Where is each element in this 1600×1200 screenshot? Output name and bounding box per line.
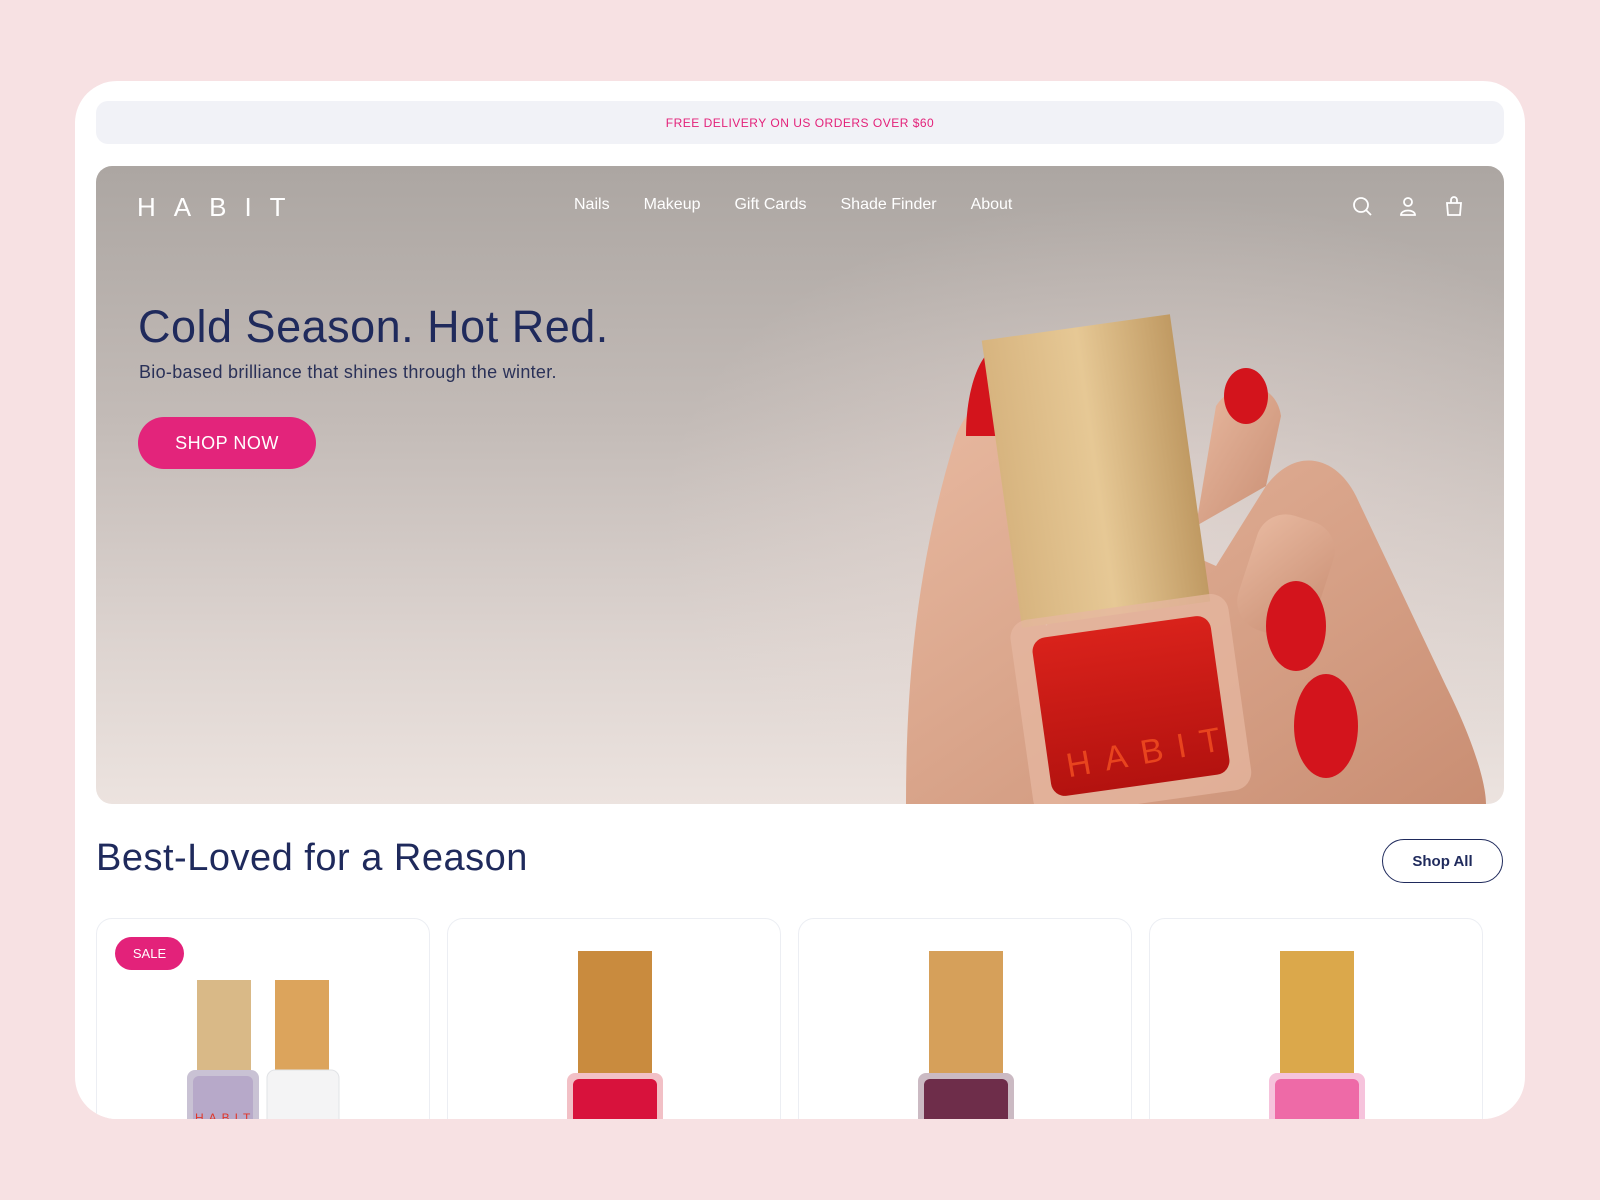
bag-icon[interactable] — [1442, 194, 1466, 218]
nav-makeup[interactable]: Makeup — [644, 196, 701, 214]
nav-gift-cards[interactable]: Gift Cards — [734, 196, 806, 214]
product-image-plum — [918, 951, 1014, 1119]
hero-banner: HABIT Nails Makeup Gift Cards Shade Find… — [96, 166, 1504, 804]
browser-frame: FREE DELIVERY ON US ORDERS OVER $60 HABI… — [75, 81, 1525, 1119]
shop-all-button[interactable]: Shop All — [1382, 839, 1503, 883]
product-image-pink — [1269, 951, 1365, 1119]
hero-title: Cold Season. Hot Red. — [138, 301, 609, 352]
main-menu: Nails Makeup Gift Cards Shade Finder Abo… — [574, 196, 1012, 214]
nav-shade-finder[interactable]: Shade Finder — [841, 196, 937, 214]
product-card[interactable] — [447, 918, 781, 1119]
hero-hand-holding-bottle-image: HABIT — [906, 314, 1486, 804]
product-card[interactable] — [798, 918, 1132, 1119]
announcement-bar: FREE DELIVERY ON US ORDERS OVER $60 — [96, 101, 1504, 144]
shop-now-button[interactable]: SHOP NOW — [138, 417, 316, 469]
best-loved-title: Best-Loved for a Reason — [96, 837, 528, 879]
search-icon[interactable] — [1350, 194, 1374, 218]
product-card[interactable]: SALE HABIT — [96, 918, 430, 1119]
nav-about[interactable]: About — [971, 196, 1013, 214]
logo[interactable]: HABIT — [137, 192, 304, 223]
product-image-red — [567, 951, 663, 1119]
nav-nails[interactable]: Nails — [574, 196, 610, 214]
sale-badge: SALE — [115, 937, 184, 970]
nav-icons — [1350, 194, 1466, 218]
product-image-duo: HABIT — [187, 980, 340, 1119]
product-card[interactable] — [1149, 918, 1483, 1119]
hero-subtitle: Bio-based brilliance that shines through… — [139, 362, 557, 382]
product-label: HABIT — [195, 1111, 255, 1119]
announcement-text: FREE DELIVERY ON US ORDERS OVER $60 — [665, 115, 935, 130]
top-nav: HABIT Nails Makeup Gift Cards Shade Find… — [96, 166, 1504, 246]
account-icon[interactable] — [1396, 194, 1420, 218]
